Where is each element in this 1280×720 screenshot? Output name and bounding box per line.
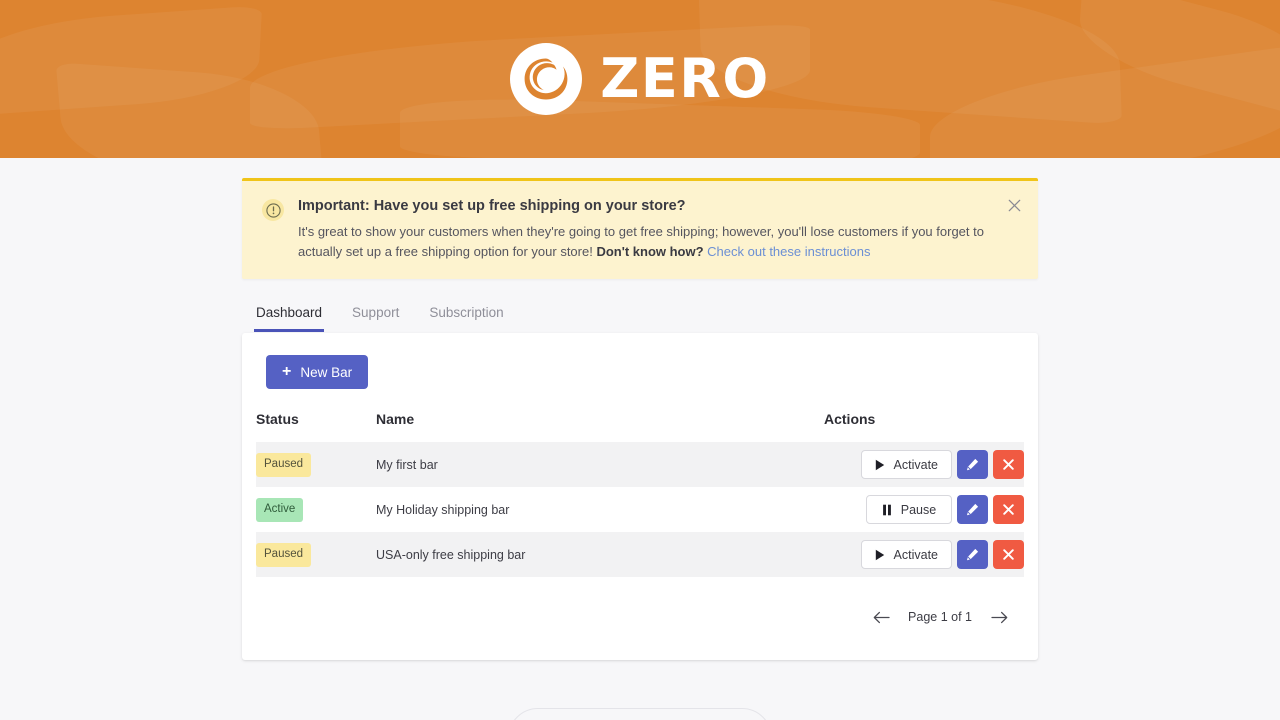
new-bar-button[interactable]: + New Bar — [266, 355, 368, 389]
pause-button-label: Pause — [901, 504, 936, 517]
activate-button[interactable]: Activate — [861, 450, 952, 479]
activate-button-label: Activate — [894, 459, 938, 472]
toolbar: + New Bar — [256, 355, 1024, 389]
table-row: Active My Holiday shipping bar — [256, 487, 1024, 532]
pause-button[interactable]: Pause — [866, 495, 952, 524]
row-action-group: Pause — [866, 495, 1024, 524]
play-icon — [875, 549, 885, 561]
row-status-cell: Paused — [256, 442, 376, 487]
delete-bar-button[interactable] — [993, 495, 1024, 524]
banner-body-emphasis: Don't know how? — [596, 244, 703, 259]
column-header-actions: Actions — [824, 411, 1024, 442]
site-header: ZERO — [0, 0, 1280, 158]
activate-button[interactable]: Activate — [861, 540, 952, 569]
edit-bar-button[interactable] — [957, 540, 988, 569]
banner-instructions-link[interactable]: Check out these instructions — [707, 244, 870, 259]
page-shell: Important: Have you set up free shipping… — [242, 158, 1038, 720]
dashboard-card: + New Bar Status Name Actions Paused My … — [242, 333, 1038, 660]
row-name-cell: My Holiday shipping bar — [376, 487, 824, 532]
status-badge: Paused — [256, 453, 311, 478]
column-header-status: Status — [256, 411, 376, 442]
banner-description: It's great to show your customers when t… — [298, 222, 992, 262]
column-header-name: Name — [376, 411, 824, 442]
bars-table-head: Status Name Actions — [256, 411, 1024, 442]
free-shipping-notice-banner: Important: Have you set up free shipping… — [242, 178, 1038, 279]
close-icon — [1003, 459, 1014, 470]
activate-button-label: Activate — [894, 549, 938, 562]
plus-icon: + — [282, 364, 291, 380]
bars-table: Status Name Actions Paused My first bar — [256, 411, 1024, 577]
page-indicator: Page 1 of 1 — [908, 610, 972, 624]
status-badge: Paused — [256, 543, 311, 568]
banner-content: Important: Have you set up free shipping… — [298, 197, 1018, 261]
row-name-cell: USA-only free shipping bar — [376, 532, 824, 577]
status-badge: Active — [256, 498, 303, 523]
tab-subscription[interactable]: Subscription — [427, 301, 505, 332]
exclamation-circle-icon — [262, 199, 284, 221]
footer-pill: Zero is developed by Quantum Apps Privac… — [508, 708, 772, 720]
edit-bar-button[interactable] — [957, 495, 988, 524]
play-icon — [875, 459, 885, 471]
pause-icon — [882, 504, 892, 516]
brand-lockup: ZERO — [0, 0, 1280, 158]
new-bar-button-label: New Bar — [300, 366, 352, 380]
delete-bar-button[interactable] — [993, 450, 1024, 479]
row-actions-cell: Pause — [824, 487, 1024, 532]
row-action-group: Activate — [861, 450, 1024, 479]
close-icon — [1003, 549, 1014, 560]
brand-name: ZERO — [600, 52, 770, 106]
pencil-icon — [966, 503, 979, 516]
zero-circle-brush-logo-icon — [510, 43, 582, 115]
delete-bar-button[interactable] — [993, 540, 1024, 569]
row-status-cell: Paused — [256, 532, 376, 577]
main-tabs: Dashboard Support Subscription — [242, 301, 1038, 333]
tab-dashboard[interactable]: Dashboard — [254, 301, 324, 332]
row-action-group: Activate — [861, 540, 1024, 569]
pencil-icon — [966, 458, 979, 471]
arrow-right-icon[interactable] — [990, 608, 1008, 626]
footer: Zero is developed by Quantum Apps Privac… — [242, 708, 1038, 720]
pencil-icon — [966, 548, 979, 561]
pagination: Page 1 of 1 — [256, 577, 1024, 626]
bars-table-body: Paused My first bar Activate — [256, 442, 1024, 577]
row-actions-cell: Activate — [824, 532, 1024, 577]
table-header-row: Status Name Actions — [256, 411, 1024, 442]
close-icon — [1003, 504, 1014, 515]
edit-bar-button[interactable] — [957, 450, 988, 479]
banner-title: Important: Have you set up free shipping… — [298, 197, 992, 216]
table-row: Paused My first bar Activate — [256, 442, 1024, 487]
row-actions-cell: Activate — [824, 442, 1024, 487]
arrow-left-icon[interactable] — [872, 608, 890, 626]
row-status-cell: Active — [256, 487, 376, 532]
table-row: Paused USA-only free shipping bar — [256, 532, 1024, 577]
banner-close-icon[interactable] — [1004, 195, 1024, 215]
tab-support[interactable]: Support — [350, 301, 401, 332]
row-name-cell: My first bar — [376, 442, 824, 487]
